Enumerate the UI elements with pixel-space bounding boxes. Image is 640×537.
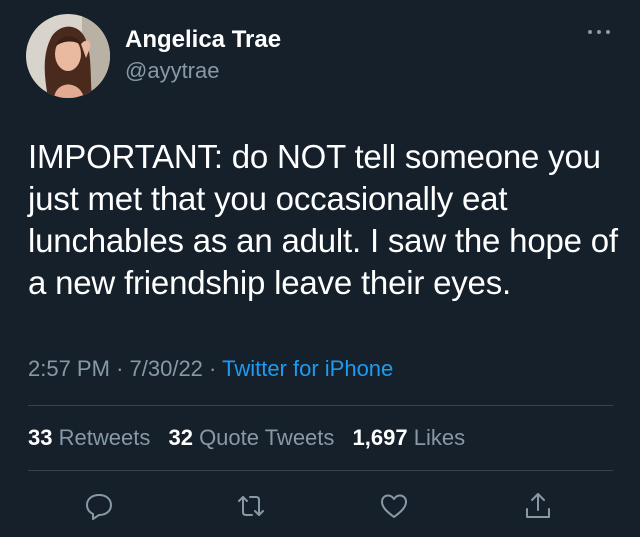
tweet-meta: 2:57 PM · 7/30/22 · Twitter for iPhone <box>28 356 393 382</box>
divider <box>28 405 613 406</box>
meta-separator: · <box>209 356 223 381</box>
share-icon[interactable] <box>522 490 554 522</box>
author-name[interactable]: Angelica Trae <box>125 26 281 54</box>
tweet-time[interactable]: 2:57 PM <box>28 356 110 381</box>
tweet-text: IMPORTANT: do NOT tell someone you just … <box>28 138 618 301</box>
retweet-icon[interactable] <box>235 490 267 522</box>
quotes-stat[interactable]: 32 Quote Tweets <box>168 425 334 450</box>
author-handle[interactable]: @ayytrae <box>125 58 219 84</box>
tweet-source[interactable]: Twitter for iPhone <box>222 356 393 381</box>
divider <box>28 470 613 471</box>
more-icon[interactable] <box>585 24 613 40</box>
likes-stat[interactable]: 1,697 Likes <box>353 425 466 450</box>
quotes-label: Quote Tweets <box>199 425 335 450</box>
like-icon[interactable] <box>378 490 410 522</box>
avatar[interactable] <box>26 14 110 98</box>
reply-icon[interactable] <box>83 490 115 522</box>
retweets-label: Retweets <box>58 425 151 450</box>
tweet-date[interactable]: 7/30/22 <box>130 356 203 381</box>
likes-count: 1,697 <box>352 425 408 450</box>
tweet-stats: 33 Retweets 32 Quote Tweets 1,697 Likes <box>28 425 465 451</box>
meta-separator: · <box>116 356 130 381</box>
retweets-stat[interactable]: 33 Retweets <box>28 425 150 450</box>
likes-label: Likes <box>413 425 466 450</box>
quotes-count: 32 <box>168 425 193 450</box>
retweets-count: 33 <box>28 425 53 450</box>
